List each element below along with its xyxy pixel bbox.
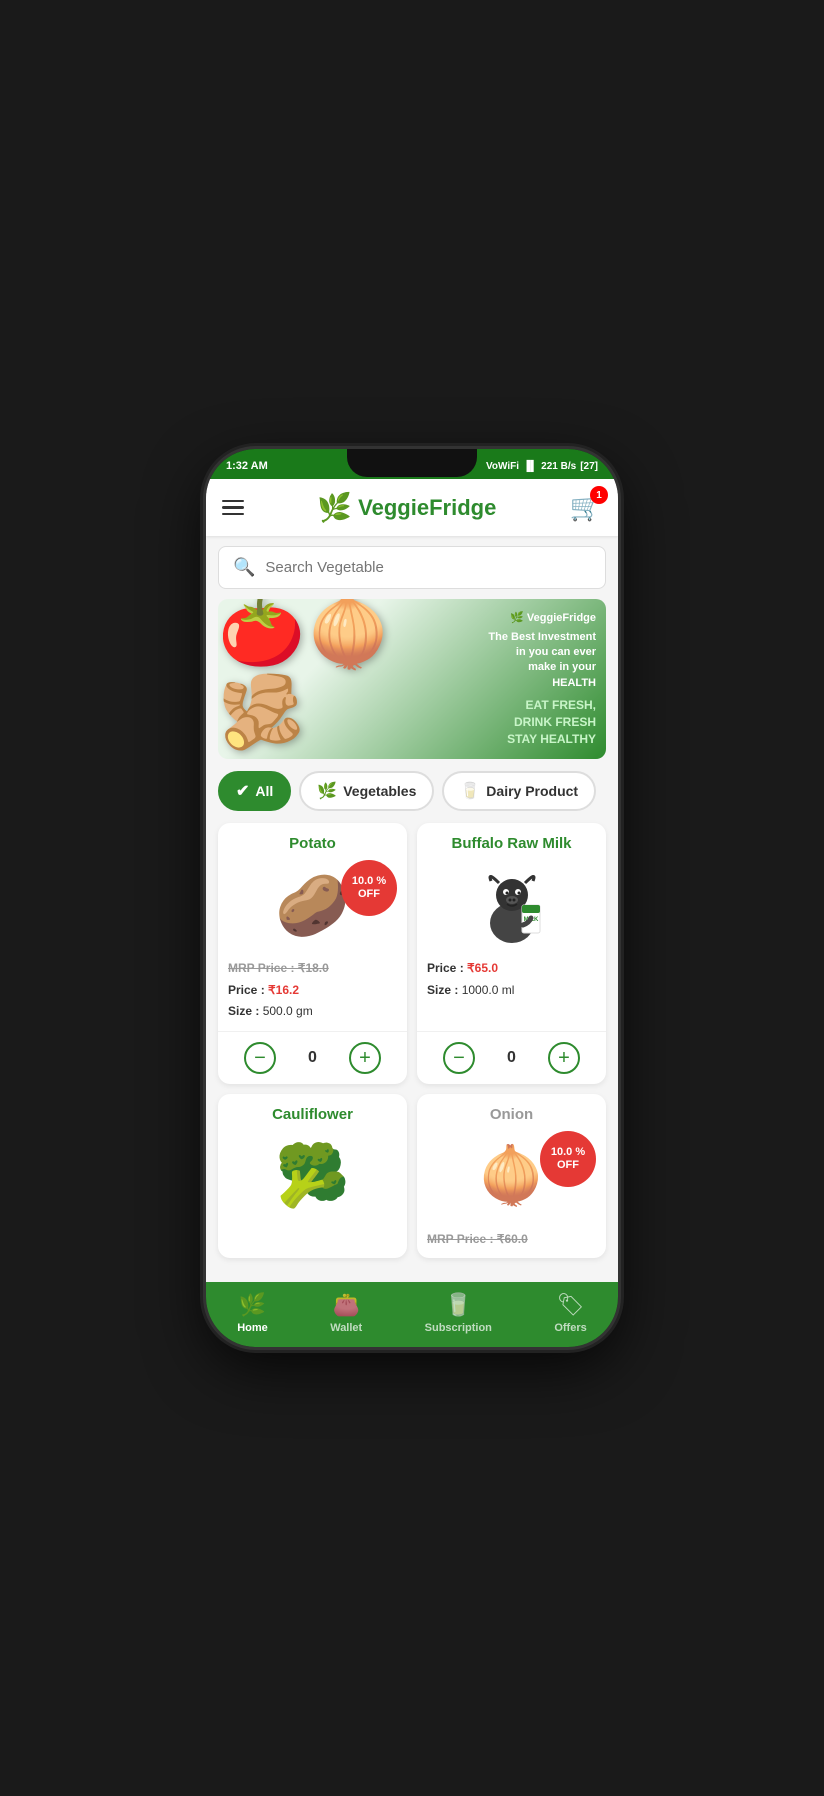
cauliflower-emoji: 🥦 [275,1140,350,1211]
product-card-onion: Onion 🧅 10.0 %OFF MRP Price : ₹60.0 [417,1094,606,1259]
cart-button[interactable]: 🛒 1 [570,492,602,523]
banner-sub-tagline: EAT FRESH,DRINK FRESHSTAY HEALTHY [431,697,596,747]
milk-qty: 0 [507,1049,516,1067]
battery-label: [27] [580,461,598,472]
nav-home-label: Home [237,1322,268,1334]
potato-price: ₹16.2 [268,983,299,997]
speed-label: 221 B/s [541,461,576,472]
product-name-cauliflower: Cauliflower [228,1106,397,1123]
potato-price-label: Price : [228,983,268,997]
potato-size: 500.0 gm [263,1004,313,1018]
check-icon: ✔ [236,781,249,801]
nav-subscription-label: Subscription [425,1322,492,1334]
cart-badge: 1 [590,486,608,504]
nav-home[interactable]: 🌿 Home [237,1292,268,1334]
subscription-icon: 🥛 [445,1292,472,1318]
product-card-cauliflower: Cauliflower 🥦 [218,1094,407,1259]
onion-mrp: MRP Price : ₹60.0 [427,1232,528,1246]
hamburger-menu[interactable] [222,500,244,516]
buffalo-milk-info: Price : ₹65.0 Size : 1000.0 ml [427,958,596,1001]
banner-text: 🌿 VeggieFridge The Best Investmentin you… [431,599,606,759]
products-grid: Potato 🥔 10.0 %OFF MRP Price : ₹18.0 Pri… [206,819,618,1270]
offers-icon: 🏷 [557,1292,585,1318]
product-image-onion: 🧅 10.0 %OFF [427,1131,596,1221]
product-image-potato: 🥔 10.0 %OFF [228,860,397,950]
search-input[interactable] [265,559,591,576]
potato-mrp: MRP Price : ₹18.0 [228,961,329,975]
potato-emoji: 🥔 [275,870,350,941]
product-name-buffalo-milk: Buffalo Raw Milk [427,835,596,852]
bottom-nav: 🌿 Home 👛 Wallet 🥛 Subscription 🏷 Offers [206,1282,618,1347]
potato-qty: 0 [308,1049,317,1067]
banner-logo: 🌿 VeggieFridge [431,611,596,624]
category-vegetables-label: Vegetables [343,783,416,799]
product-image-buffalo-milk: MILK [427,860,596,950]
milk-qty-row: − 0 + [417,1031,606,1084]
banner-veggie-image: 🥕🥦🍅🧅🫚 [218,599,431,759]
milk-size-label: Size : [427,983,462,997]
promo-banner: 🥕🥦🍅🧅🫚 🌿 VeggieFridge The Best Investment… [218,599,606,759]
onion-discount-badge: 10.0 %OFF [540,1131,596,1187]
logo-icon: 🌿 [317,491,352,524]
product-name-potato: Potato [228,835,397,852]
logo-text: VeggieFridge [358,495,496,521]
category-all-label: All [255,783,273,799]
banner-tagline: The Best Investmentin you can evermake i… [431,630,596,692]
potato-size-label: Size : [228,1004,263,1018]
milk-price: ₹65.0 [467,961,498,975]
nav-wallet-label: Wallet [330,1322,362,1334]
milk-decrement[interactable]: − [443,1042,475,1074]
product-name-onion: Onion [427,1106,596,1123]
status-right: VoWiFi ▐▌ 221 B/s [27] [486,461,598,472]
category-dairy[interactable]: 🥛 Dairy Product [442,771,596,811]
wallet-icon: 👛 [333,1292,360,1318]
milk-increment[interactable]: + [548,1042,580,1074]
milk-icon: 🥛 [460,781,480,801]
search-icon: 🔍 [233,557,255,578]
product-card-buffalo-milk: Buffalo Raw Milk [417,823,606,1084]
category-tabs: ✔ All 🌿 Vegetables 🥛 Dairy Product [206,759,618,819]
signal-bars: ▐▌ [523,461,537,472]
potato-increment[interactable]: + [349,1042,381,1074]
app-content: 🌿 VeggieFridge 🛒 1 🔍 🥕🥦🍅🧅🫚 🌿 VeggieFridg… [206,479,618,1282]
onion-emoji: 🧅 [477,1143,545,1208]
app-header: 🌿 VeggieFridge 🛒 1 [206,479,618,536]
home-icon: 🌿 [239,1292,266,1318]
nav-offers-label: Offers [554,1322,586,1334]
potato-info: MRP Price : ₹18.0 Price : ₹16.2 Size : 5… [228,958,397,1023]
product-image-cauliflower: 🥦 [228,1131,397,1221]
vowifi-label: VoWiFi [486,461,519,472]
potato-discount-badge: 10.0 %OFF [341,860,397,916]
nav-subscription[interactable]: 🥛 Subscription [425,1292,492,1334]
category-dairy-label: Dairy Product [486,783,578,799]
buffalo-milk-svg: MILK [477,863,547,948]
product-card-potato: Potato 🥔 10.0 %OFF MRP Price : ₹18.0 Pri… [218,823,407,1084]
milk-price-label: Price : [427,961,467,975]
leaf-icon: 🌿 [317,781,337,801]
status-time: 1:32 AM [226,460,268,472]
potato-decrement[interactable]: − [244,1042,276,1074]
category-all[interactable]: ✔ All [218,771,291,811]
app-logo: 🌿 VeggieFridge [317,491,496,524]
search-bar[interactable]: 🔍 [218,546,606,589]
nav-offers[interactable]: 🏷 Offers [554,1292,586,1334]
potato-qty-row: − 0 + [218,1031,407,1084]
milk-size: 1000.0 ml [462,983,515,997]
category-vegetables[interactable]: 🌿 Vegetables [299,771,434,811]
onion-info: MRP Price : ₹60.0 [427,1229,596,1251]
nav-wallet[interactable]: 👛 Wallet [330,1292,362,1334]
